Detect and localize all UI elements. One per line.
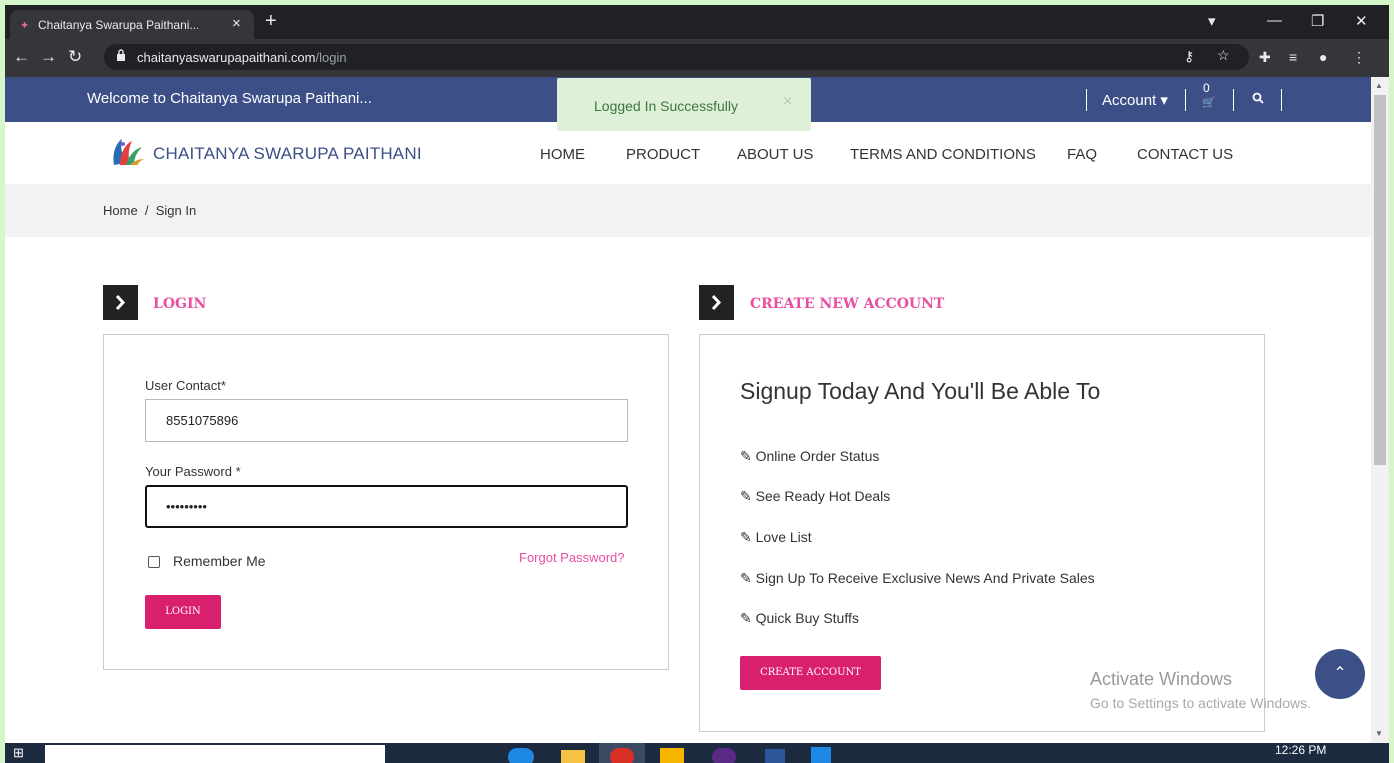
extensions-icon[interactable]: ✚	[1259, 49, 1271, 66]
create-account-section-title: CREATE NEW ACCOUNT	[750, 296, 945, 312]
taskbar-search-box[interactable]	[45, 745, 385, 763]
remember-me-label[interactable]: Remember Me	[173, 553, 266, 569]
create-account-button[interactable]: CREATE ACCOUNT	[740, 656, 881, 690]
word-icon[interactable]	[765, 749, 785, 763]
signup-heading: Signup Today And You'll Be Able To	[740, 378, 1101, 404]
back-icon[interactable]: ←	[13, 47, 30, 67]
address-bar[interactable]: chaitanyaswarupapaithani.com/login ⚷ ☆	[104, 44, 1249, 70]
cart-icon[interactable]: 🛒	[1202, 96, 1216, 109]
forgot-password-link[interactable]: Forgot Password?	[519, 550, 625, 565]
breadcrumb-band: Home / Sign In	[5, 185, 1371, 237]
tray-clock: 12:26 PM	[1275, 743, 1327, 757]
menu-icon[interactable]: ⋮	[1352, 49, 1366, 66]
new-tab-button[interactable]: +	[265, 10, 277, 32]
key-icon[interactable]: ⚷	[1184, 48, 1194, 65]
chevron-right-icon	[103, 285, 138, 320]
nav-home[interactable]: HOME	[540, 146, 585, 163]
lock-icon	[117, 49, 125, 61]
tab-close-icon[interactable]: ×	[232, 15, 241, 32]
welcome-text: Welcome to Chaitanya Swarupa Paithani...	[87, 90, 372, 107]
cart-count-badge: 0	[1203, 81, 1210, 95]
page-viewport: Welcome to Chaitanya Swarupa Paithani...…	[5, 77, 1371, 743]
windows-start-icon[interactable]: ⊞	[13, 745, 24, 761]
edge-icon[interactable]	[508, 748, 534, 763]
remember-me-checkbox[interactable]	[148, 556, 160, 568]
edit-icon: ✎	[740, 570, 756, 586]
chevron-up-icon: ⌃	[1333, 665, 1347, 682]
benefit-item: ✎ See Ready Hot Deals	[740, 488, 891, 504]
scroll-down-icon[interactable]: ▼	[1375, 729, 1383, 738]
favicon-icon: ✦	[20, 20, 30, 32]
browser-tab-bar: ✦ Chaitanya Swarupa Paithani... × + ▾ — …	[5, 5, 1389, 39]
search-icon[interactable]	[1252, 92, 1264, 104]
nav-faq[interactable]: FAQ	[1067, 146, 1097, 163]
activate-windows-title: Activate Windows	[1090, 669, 1233, 689]
login-button[interactable]: LOGIN	[145, 595, 221, 629]
playlist-icon[interactable]: ≡	[1289, 49, 1297, 65]
divider	[1185, 89, 1186, 111]
brand-name[interactable]: CHAITANYA SWARUPA PAITHANI	[153, 144, 422, 164]
scroll-to-top-button[interactable]: ⌃	[1315, 649, 1365, 699]
login-section-title: LOGIN	[153, 296, 207, 312]
restore-icon[interactable]: ❐	[1311, 12, 1324, 30]
page-scrollbar[interactable]: ▲ ▼	[1371, 77, 1389, 743]
nav-terms-and-conditions[interactable]: TERMS AND CONDITIONS	[850, 146, 1036, 163]
browser-toolbar: ← → ↻ chaitanyaswarupapaithani.com/login…	[5, 39, 1389, 77]
divider	[1086, 89, 1087, 111]
app-icon[interactable]	[660, 748, 684, 763]
app-icon[interactable]	[811, 747, 831, 763]
nav-about-us[interactable]: ABOUT US	[737, 146, 813, 163]
scroll-thumb[interactable]	[1374, 95, 1386, 465]
chrome-icon	[610, 748, 634, 763]
password-label: Your Password *	[145, 464, 241, 479]
divider	[1281, 89, 1282, 111]
nav-contact-us[interactable]: CONTACT US	[1137, 146, 1233, 163]
edit-icon: ✎	[740, 610, 756, 626]
benefit-item: ✎ Quick Buy Stuffs	[740, 610, 859, 626]
edit-icon: ✎	[740, 448, 756, 464]
nav-product[interactable]: PRODUCT	[626, 146, 700, 163]
account-dropdown[interactable]: Account ▾	[1102, 91, 1168, 109]
url-text: chaitanyaswarupapaithani.com/login	[137, 50, 347, 65]
success-toast: Logged In Successfully ×	[557, 78, 811, 131]
chevron-right-icon	[699, 285, 734, 320]
toast-message: Logged In Successfully	[594, 98, 738, 114]
app-icon[interactable]	[712, 748, 736, 763]
benefit-item: ✎ Love List	[740, 529, 812, 545]
benefit-item: ✎ Sign Up To Receive Exclusive News And …	[740, 570, 1095, 586]
toast-close-icon[interactable]: ×	[783, 93, 792, 111]
windows-taskbar: ⊞ 12:26 PM	[5, 743, 1389, 763]
peacock-logo-icon[interactable]	[110, 135, 146, 169]
minimize-icon[interactable]: —	[1267, 12, 1282, 29]
scroll-up-icon[interactable]: ▲	[1375, 81, 1383, 90]
login-form: User Contact* Your Password * Remember M…	[103, 334, 669, 670]
tab-search-icon[interactable]: ▾	[1208, 12, 1216, 30]
edit-icon: ✎	[740, 529, 756, 545]
reload-icon[interactable]: ↻	[68, 47, 82, 67]
edit-icon: ✎	[740, 488, 756, 504]
star-icon[interactable]: ☆	[1217, 47, 1230, 64]
activate-windows-subtitle: Go to Settings to activate Windows.	[1090, 695, 1311, 711]
browser-tab[interactable]: ✦ Chaitanya Swarupa Paithani... ×	[10, 10, 254, 39]
site-header: CHAITANYA SWARUPA PAITHANI HOME PRODUCT …	[5, 122, 1371, 185]
forward-icon[interactable]: →	[40, 47, 57, 67]
benefit-item: ✎ Online Order Status	[740, 448, 880, 464]
password-input[interactable]	[145, 485, 628, 528]
contact-input[interactable]	[145, 399, 628, 442]
breadcrumb: Home / Sign In	[103, 203, 197, 218]
divider	[1233, 89, 1234, 111]
profile-icon[interactable]: ●	[1319, 49, 1327, 65]
contact-label: User Contact*	[145, 378, 226, 393]
tab-title: Chaitanya Swarupa Paithani...	[38, 18, 198, 32]
chrome-taskbar-button[interactable]	[599, 743, 645, 763]
file-explorer-icon[interactable]	[561, 750, 585, 763]
window-close-icon[interactable]: ✕	[1355, 12, 1368, 30]
